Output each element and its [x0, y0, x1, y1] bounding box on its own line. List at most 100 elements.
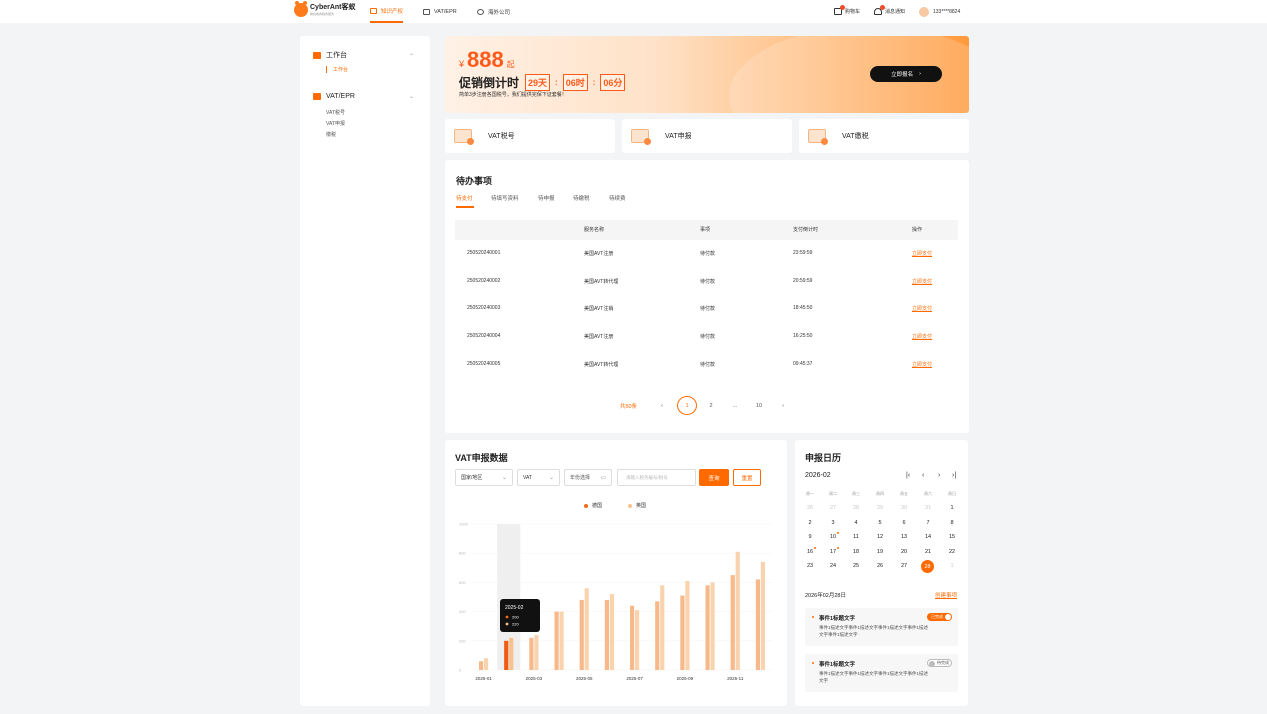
- bar-germany[interactable]: [529, 637, 534, 670]
- calendar-day[interactable]: 10: [826, 531, 840, 543]
- tax-type-select[interactable]: VAT ⌄: [517, 469, 560, 486]
- calendar-day[interactable]: 29: [873, 502, 887, 514]
- last-month-button[interactable]: ›|: [952, 472, 956, 479]
- calendar-day[interactable]: 20: [897, 546, 911, 558]
- chevron-down-icon[interactable]: ⌄: [409, 93, 414, 100]
- bar-germany[interactable]: [554, 611, 559, 670]
- quick-card-vat-payment[interactable]: VAT缴税: [799, 119, 969, 153]
- tab-pending-renewal[interactable]: 待续费: [609, 194, 626, 202]
- calendar-day[interactable]: 14: [921, 531, 935, 543]
- next-month-button[interactable]: ›: [938, 472, 940, 479]
- signup-button[interactable]: 立即报名 ›: [870, 66, 942, 82]
- year-picker[interactable]: 年份选择 ▭: [564, 469, 612, 486]
- sidebar-item-workbench[interactable]: 工作台: [326, 66, 348, 73]
- prev-month-button[interactable]: ‹: [922, 472, 924, 479]
- bar-uk[interactable]: [634, 610, 640, 670]
- first-month-button[interactable]: |‹: [906, 472, 910, 479]
- bar-germany[interactable]: [705, 585, 710, 670]
- calendar-day[interactable]: 15: [945, 531, 959, 543]
- calendar-day[interactable]: 19: [873, 546, 887, 558]
- legend-item-uk[interactable]: 英国: [628, 502, 646, 509]
- sidebar-item-tax-payment[interactable]: 缴税: [326, 131, 336, 138]
- calendar-day[interactable]: 26: [873, 560, 887, 572]
- calendar-day[interactable]: 4: [849, 517, 863, 529]
- bar-germany[interactable]: [755, 579, 761, 670]
- legend-item-germany[interactable]: 德国: [584, 502, 602, 509]
- nav-tab-vat-epr[interactable]: VAT/EPR: [423, 0, 457, 23]
- event-card[interactable]: 事件1标题文字 事件1描述文字事件1描述文字事件1描述文字事件1描述文字事件1描…: [805, 608, 958, 646]
- calendar-day[interactable]: 1: [945, 502, 959, 514]
- bar-germany[interactable]: [655, 601, 660, 670]
- bar-uk[interactable]: [584, 588, 589, 670]
- tab-pending-info[interactable]: 待填写资料: [491, 194, 519, 202]
- pagination-next[interactable]: ›: [777, 396, 789, 415]
- calendar-day[interactable]: 22: [945, 546, 959, 558]
- quick-card-vat-filing[interactable]: VAT申报: [622, 119, 792, 153]
- create-event-link[interactable]: 创建事项: [935, 591, 957, 599]
- calendar-day-selected[interactable]: 28: [921, 560, 934, 573]
- bar-uk[interactable]: [735, 551, 740, 670]
- calendar-day[interactable]: 1: [945, 560, 959, 572]
- calendar-day[interactable]: 24: [826, 560, 840, 572]
- calendar-day[interactable]: 5: [873, 517, 887, 529]
- sidebar-item-vat-number[interactable]: VAT税号: [326, 109, 345, 116]
- pay-now-link[interactable]: 立即支付: [912, 305, 932, 312]
- tab-pending-tax[interactable]: 待缴税: [573, 194, 590, 202]
- sidebar-item-vat-filing[interactable]: VAT申报: [326, 120, 345, 127]
- pagination-page[interactable]: 1: [677, 396, 697, 415]
- sidebar-group-vat-epr[interactable]: VAT/EPR: [313, 93, 355, 100]
- calendar-day[interactable]: 23: [803, 560, 817, 572]
- calendar-day[interactable]: 18: [849, 546, 863, 558]
- calendar-day[interactable]: 31: [921, 502, 935, 514]
- event-card[interactable]: 事件1标题文字 事件1描述文字事件1描述文字事件1描述文字事件1描述文字 待完成: [805, 654, 958, 692]
- bar-uk[interactable]: [760, 561, 766, 670]
- calendar-day[interactable]: 30: [897, 502, 911, 514]
- chevron-down-icon[interactable]: ⌄: [409, 50, 414, 57]
- calendar-day[interactable]: 11: [849, 531, 863, 543]
- calendar-day[interactable]: 13: [897, 531, 911, 543]
- user-menu[interactable]: 133****8824: [919, 0, 960, 23]
- pay-now-link[interactable]: 立即支付: [912, 361, 932, 368]
- country-select[interactable]: 国家/地区 ⌄: [455, 469, 513, 486]
- bar-germany[interactable]: [680, 595, 685, 670]
- reset-button[interactable]: 重置: [733, 469, 761, 486]
- calendar-day[interactable]: 9: [803, 531, 817, 543]
- bar-uk[interactable]: [710, 582, 715, 670]
- calendar-day[interactable]: 2: [803, 517, 817, 529]
- calendar-day[interactable]: 26: [803, 502, 817, 514]
- calendar-day[interactable]: 28: [849, 502, 863, 514]
- calendar-day[interactable]: 27: [897, 560, 911, 572]
- bar-germany[interactable]: [629, 605, 635, 670]
- nav-tab-overseas-company[interactable]: 海外公司: [477, 0, 510, 23]
- vat-bar-chart[interactable]: 0 200 400 600 800 1000 2025-01 2025-03 2025-05 20…: [455, 520, 777, 690]
- pagination-page[interactable]: 10: [752, 396, 766, 415]
- calendar-day[interactable]: 25: [849, 560, 863, 572]
- bar-uk[interactable]: [660, 585, 665, 670]
- calendar-day[interactable]: 27: [826, 502, 840, 514]
- bar-uk[interactable]: [534, 634, 539, 670]
- bar-germany[interactable]: [478, 661, 484, 670]
- sidebar-group-workbench[interactable]: 工作台: [313, 50, 347, 60]
- pay-now-link[interactable]: 立即支付: [912, 278, 932, 285]
- bar-germany[interactable]: [504, 640, 509, 670]
- calendar-day[interactable]: 12: [873, 531, 887, 543]
- notification-button[interactable]: 消息通知: [874, 0, 905, 23]
- bar-uk[interactable]: [685, 580, 690, 670]
- pagination-page[interactable]: 2: [704, 396, 718, 415]
- bar-germany[interactable]: [730, 575, 735, 670]
- calendar-day[interactable]: 17: [826, 546, 840, 558]
- calendar-day[interactable]: 21: [921, 546, 935, 558]
- quick-card-vat-number[interactable]: VAT税号: [445, 119, 615, 153]
- pay-now-link[interactable]: 立即支付: [912, 333, 932, 340]
- query-button[interactable]: 查询: [699, 469, 729, 486]
- bar-uk[interactable]: [483, 658, 489, 670]
- calendar-day[interactable]: 8: [945, 517, 959, 529]
- nav-tab-ip[interactable]: 知识产权: [370, 0, 404, 23]
- calendar-day[interactable]: 6: [897, 517, 911, 529]
- calendar-day[interactable]: 7: [921, 517, 935, 529]
- pay-now-link[interactable]: 立即支付: [912, 250, 932, 257]
- bar-uk[interactable]: [609, 594, 615, 670]
- tab-pending-payment[interactable]: 待支付: [456, 194, 473, 202]
- bar-germany[interactable]: [579, 599, 584, 670]
- bar-uk[interactable]: [509, 637, 514, 670]
